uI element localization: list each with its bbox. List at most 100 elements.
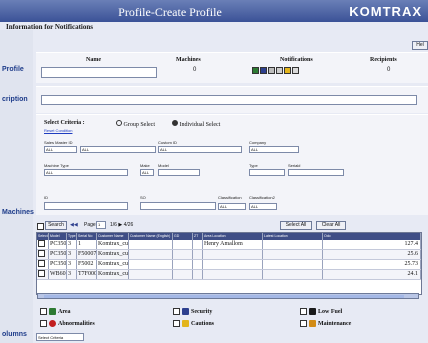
reset-condition-link[interactable]: Reset Condition	[44, 128, 72, 133]
table-row[interactable]: WB60 3 T7F00001 Komtrax_cust 24.1	[37, 270, 421, 280]
cell-latest-location	[263, 240, 323, 249]
col-customer-en[interactable]: Customer Name (English)	[129, 233, 173, 240]
page-select[interactable]: 1	[96, 221, 106, 229]
filter-label-custom: Custom ID	[158, 140, 177, 145]
sales-master-select-2[interactable]: ALL	[80, 146, 156, 153]
maintenance-icon[interactable]	[292, 67, 299, 74]
side-label-description: cription	[2, 96, 28, 103]
id-input[interactable]	[44, 202, 128, 210]
cell-odo: 25.73	[323, 260, 421, 269]
filter-label-serial: Serial#	[288, 163, 301, 168]
side-label-machines: Machines	[2, 209, 34, 216]
area-icon[interactable]	[252, 67, 259, 74]
row-checkbox[interactable]	[37, 240, 49, 249]
legend-abnormalities[interactable]: Abnormalities	[40, 320, 95, 327]
cell-gd	[173, 260, 193, 269]
help-button[interactable]: Hel	[412, 41, 428, 50]
cell-zt	[193, 250, 203, 259]
col-serial[interactable]: Serial No	[77, 233, 97, 240]
select-all-button[interactable]: Select All	[280, 221, 312, 230]
caution-icon	[182, 320, 189, 327]
cell-odo: 127.4	[323, 240, 421, 249]
col-customer[interactable]: Customer Name	[97, 233, 129, 240]
group-select-radio[interactable]: Group Select	[116, 120, 155, 128]
machine-type-select[interactable]: ALL	[44, 169, 128, 176]
description-input[interactable]	[41, 95, 417, 105]
col-odo[interactable]: Odo	[323, 233, 421, 240]
filter-label-so: SO	[140, 195, 146, 200]
abnormalities-icon[interactable]	[276, 67, 283, 74]
filter-label-classification: Classification	[218, 195, 242, 200]
type-input[interactable]	[249, 169, 285, 176]
clear-all-button[interactable]: Clear All	[316, 221, 346, 230]
row-checkbox[interactable]	[37, 260, 49, 269]
make-select[interactable]: ALL	[140, 169, 154, 176]
company-select[interactable]: ALL	[249, 146, 299, 153]
col-latest-location[interactable]: Latest Location	[263, 233, 323, 240]
legend-low-fuel-label: Low Fuel	[318, 308, 343, 315]
col-select[interactable]: Select	[37, 233, 49, 240]
table-row[interactable]: PC350LR 3 F50007 Komtrax_cust 25.6	[37, 250, 421, 260]
model-input[interactable]	[158, 169, 200, 176]
cell-zt	[193, 270, 203, 279]
filter-panel: Select Criteria : Reset Condition Group …	[36, 114, 428, 215]
table-row[interactable]: PC350LR 3 F5002 Komtrax_cust 25.73	[37, 260, 421, 270]
side-label-profile: Profile	[2, 66, 24, 73]
low-fuel-icon[interactable]	[268, 67, 275, 74]
col-model[interactable]: Model	[49, 233, 67, 240]
row-checkbox[interactable]	[37, 270, 49, 279]
filter-label-company: Company	[249, 140, 267, 145]
filter-label-classification2: Classification2	[249, 195, 275, 200]
description-panel	[36, 86, 428, 113]
legend-low-fuel[interactable]: Low Fuel	[300, 308, 342, 315]
cell-latest-location	[263, 250, 323, 259]
col-zt[interactable]: ZT	[193, 233, 203, 240]
group-select-label: Group Select	[123, 122, 156, 128]
classification-select[interactable]: ALL	[218, 203, 246, 210]
page-label: Page	[84, 222, 96, 228]
abnormalities-icon	[49, 320, 56, 327]
individual-select-radio[interactable]: Individual Select	[172, 120, 220, 128]
cell-type: 3	[67, 260, 77, 269]
low-fuel-icon	[309, 308, 316, 315]
legend-area[interactable]: Area	[40, 308, 71, 315]
so-input[interactable]	[140, 202, 216, 210]
serial-input[interactable]	[288, 169, 344, 176]
legend-cautions-label: Cautions	[191, 320, 215, 327]
row-checkbox[interactable]	[37, 250, 49, 259]
scrollbar-thumb[interactable]	[44, 295, 404, 298]
security-icon[interactable]	[260, 67, 267, 74]
recipients-header: Recipients	[370, 57, 397, 63]
page-first-icon[interactable]: ◀◀	[70, 222, 78, 228]
window-title: Profile-Create Profile	[118, 5, 222, 19]
cell-model: PC350LR	[50, 240, 67, 249]
side-label-columns: olumns	[2, 331, 27, 338]
select-checkbox[interactable]	[37, 223, 44, 230]
col-area-location[interactable]: Area Location	[203, 233, 263, 240]
col-type[interactable]: Type	[67, 233, 77, 240]
cell-odo: 24.1	[323, 270, 421, 279]
legend-security[interactable]: Security	[173, 308, 212, 315]
legend-maintenance[interactable]: Maintenance	[300, 320, 351, 327]
caution-icon[interactable]	[284, 67, 291, 74]
custom-id-select[interactable]: ALL	[158, 146, 242, 153]
table-horizontal-scrollbar[interactable]	[37, 293, 419, 299]
col-gd[interactable]: GD	[173, 233, 193, 240]
cell-serial: T7F00001	[78, 270, 97, 279]
cell-serial: F50007	[78, 250, 97, 259]
left-nav: Profile cription Machines olumns	[0, 30, 34, 343]
table-row[interactable]: PC350LR 3 1 Komtrax_cust Henry Amallom 1…	[37, 240, 421, 250]
cell-gd	[173, 240, 193, 249]
cell-serial: 1	[77, 240, 97, 249]
table-header: Select Model Type Serial No Customer Nam…	[37, 233, 421, 240]
machines-count: 0	[193, 67, 197, 73]
classification2-select[interactable]: ALL	[249, 203, 277, 210]
footer-criteria-select[interactable]: Select Criteria	[36, 333, 84, 341]
security-icon	[182, 308, 189, 315]
search-button[interactable]: Search	[45, 221, 67, 230]
profile-name-input[interactable]	[41, 67, 157, 78]
sales-master-select-1[interactable]: ALL	[44, 146, 77, 153]
cell-odo: 25.6	[323, 250, 421, 259]
machines-header: Machines	[176, 57, 201, 63]
legend-cautions[interactable]: Cautions	[173, 320, 214, 327]
